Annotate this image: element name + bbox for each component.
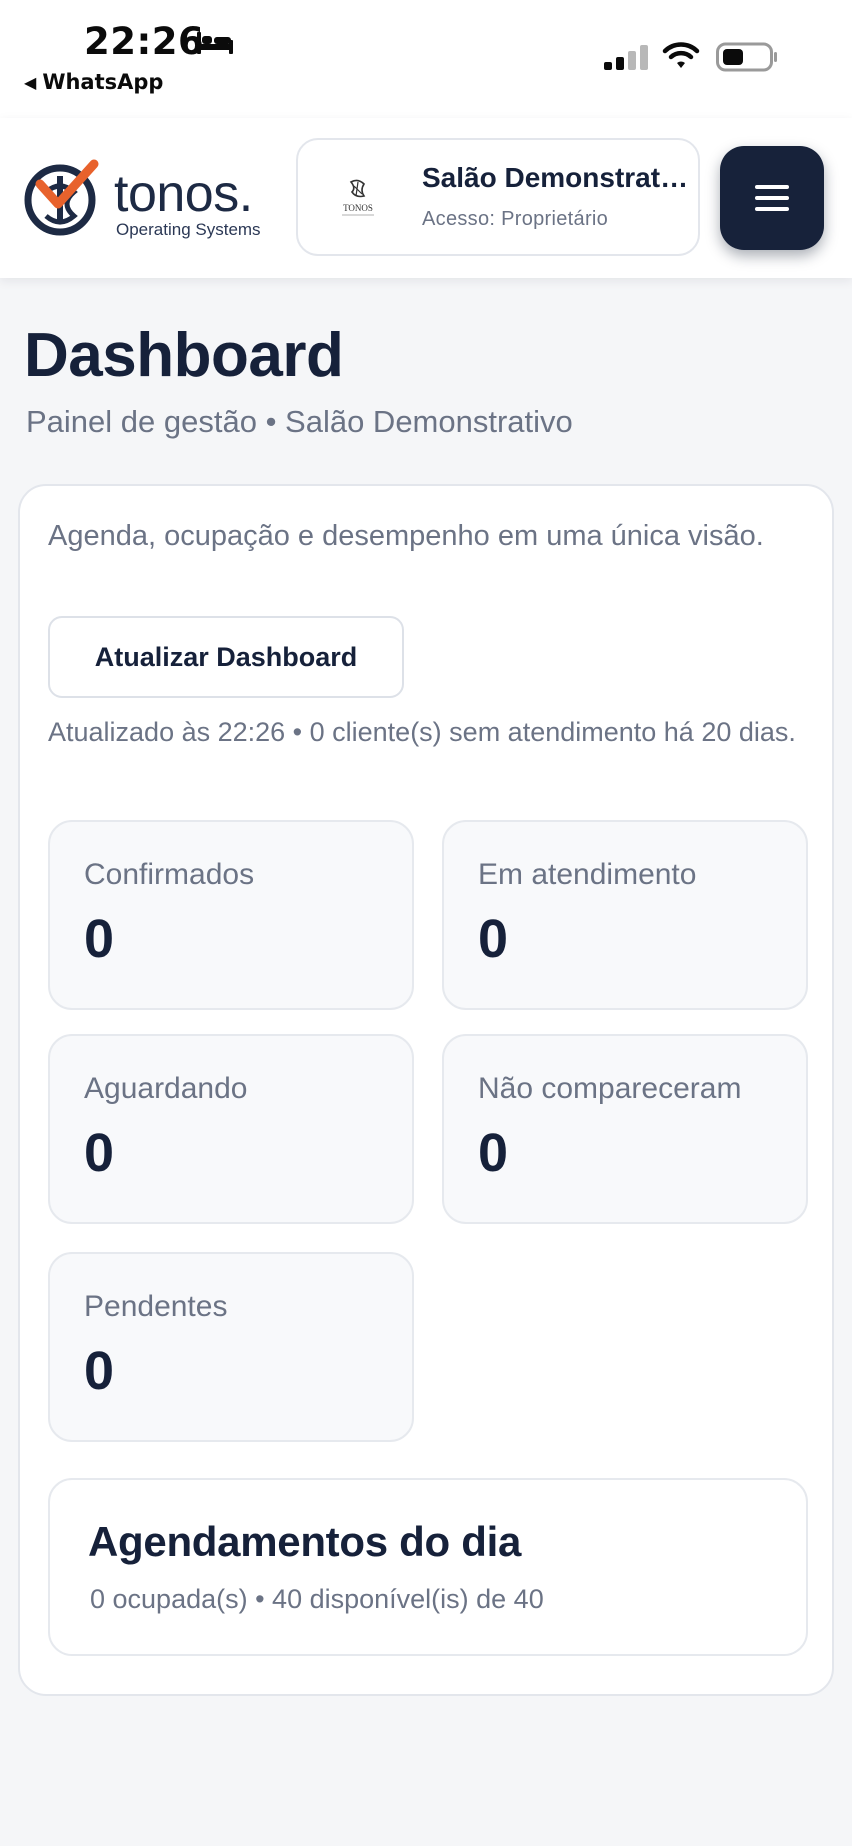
appointments-summary: 0 ocupada(s) • 40 disponível(is) de 40: [90, 1584, 544, 1614]
last-updated-text: Atualizado às 22:26 • 0 cliente(s) sem a…: [48, 717, 796, 747]
back-to-whatsapp-link[interactable]: ◀ WhatsApp: [24, 70, 163, 94]
brand-name: tonos.: [114, 165, 253, 223]
signal-icon: [604, 45, 648, 70]
appointments-title: Agendamentos do dia: [88, 1518, 522, 1565]
brand-tagline: Operating Systems: [116, 220, 261, 239]
page-subtitle: Painel de gestão • Salão Demonstrativo: [26, 404, 573, 439]
stat-label: Aguardando: [84, 1072, 248, 1105]
status-time: 22:26: [84, 20, 205, 63]
back-label: WhatsApp: [42, 70, 164, 94]
stat-value: 0: [478, 909, 509, 969]
app-header: tonos. Operating Systems TONOS Salão Dem…: [0, 118, 852, 278]
stat-label: Pendentes: [84, 1290, 228, 1323]
dashboard-description: Agenda, ocupação e desempenho em uma úni…: [48, 520, 764, 552]
back-arrow-icon: ◀: [24, 72, 37, 92]
stat-label: Em atendimento: [478, 858, 697, 891]
salon-logo-text: TONOS: [343, 203, 373, 213]
page-title: Dashboard: [24, 321, 344, 390]
hamburger-menu-icon: [755, 185, 789, 211]
appointments-of-day-card[interactable]: Agendamentos do dia 0 ocupada(s) • 40 di…: [48, 1478, 808, 1656]
stat-card-confirmed: Confirmados 0: [48, 820, 414, 1010]
status-bar: 22:26 ◀ WhatsApp: [0, 0, 852, 118]
salon-selector[interactable]: TONOS Salão Demonstrativo Acesso: Propri…: [296, 138, 700, 256]
stat-label: Não compareceram: [478, 1072, 742, 1105]
stat-value: 0: [84, 1123, 115, 1183]
salon-access-level: Acesso: Proprietário: [422, 208, 609, 230]
stat-value: 0: [478, 1123, 509, 1183]
stat-card-waiting: Aguardando 0: [48, 1034, 414, 1224]
stat-value: 0: [84, 909, 115, 969]
bed-icon: [197, 32, 233, 54]
stat-card-pending: Pendentes 0: [48, 1252, 414, 1442]
stat-card-in-service: Em atendimento 0: [442, 820, 808, 1010]
tonos-logo[interactable]: tonos. Operating Systems: [22, 158, 272, 239]
dashboard-card: Agenda, ocupação e desempenho em uma úni…: [18, 484, 834, 1696]
salon-name: Salão Demonstrativo: [422, 162, 690, 193]
tonos-logo-icon: [24, 159, 99, 236]
menu-button[interactable]: [720, 146, 824, 250]
stat-value: 0: [84, 1341, 115, 1401]
stat-label: Confirmados: [84, 858, 255, 891]
stat-card-no-show: Não compareceram 0: [442, 1034, 808, 1224]
battery-icon: [716, 42, 777, 72]
salon-logo: TONOS: [342, 179, 374, 216]
wifi-icon: [662, 42, 700, 68]
refresh-dashboard-button[interactable]: Atualizar Dashboard: [48, 616, 404, 698]
